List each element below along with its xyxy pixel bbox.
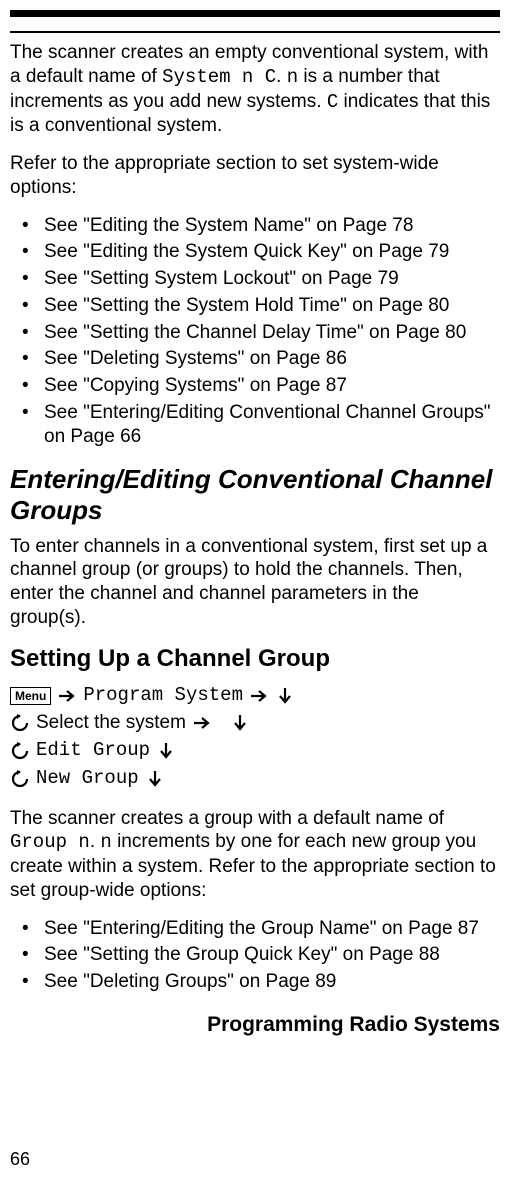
nav-step-1: Menu Program System (10, 684, 500, 708)
list-item: See "Editing the System Name" on Page 78 (22, 214, 500, 238)
p4-text-a: The scanner creates a group with a defau… (10, 808, 444, 829)
nav-step-3: Edit Group (10, 739, 500, 763)
list-item: See "Editing the System Quick Key" on Pa… (22, 240, 500, 264)
step3-label: Edit Group (36, 739, 150, 763)
scroll-icon (10, 769, 30, 789)
menu-button-icon: Menu (10, 687, 51, 705)
list-item: See "Setting the Channel Delay Time" on … (22, 321, 500, 345)
subsection-heading-setup: Setting Up a Channel Group (10, 644, 500, 674)
p1-mono-3: C (327, 91, 338, 113)
arrow-down-icon (275, 686, 295, 706)
list-item: See "Deleting Groups" on Page 89 (22, 970, 500, 994)
list-item: See "Setting System Lockout" on Page 79 (22, 267, 500, 291)
step4-label: New Group (36, 767, 139, 791)
arrow-down-icon (145, 769, 165, 789)
list-item: See "Entering/Editing the Group Name" on… (22, 917, 500, 941)
intro-paragraph-1: The scanner creates an empty conventiona… (10, 41, 500, 138)
scroll-icon (10, 741, 30, 761)
p4-mono-1: Group n (10, 831, 90, 853)
list-item: See "Deleting Systems" on Page 86 (22, 347, 500, 371)
groups-intro-paragraph: To enter channels in a conventional syst… (10, 535, 500, 630)
reference-list-2: See "Entering/Editing the Group Name" on… (22, 917, 500, 994)
intro-paragraph-2: Refer to the appropriate section to set … (10, 152, 500, 200)
page-number: 66 (10, 1148, 30, 1171)
step2-label: Select the system (36, 711, 186, 735)
nav-step-2: Select the system (10, 711, 500, 735)
group-default-paragraph: The scanner creates a group with a defau… (10, 807, 500, 903)
arrow-right-icon (192, 713, 212, 733)
step1-label: Program System (83, 684, 243, 708)
list-item: See "Setting the Group Quick Key" on Pag… (22, 943, 500, 967)
top-rule-thick (10, 10, 500, 17)
list-item: See "Entering/Editing Conventional Chann… (22, 401, 500, 449)
list-item: See "Copying Systems" on Page 87 (22, 374, 500, 398)
arrow-down-icon (230, 713, 250, 733)
p1-text-b: . (276, 66, 287, 87)
p1-mono-2: n (287, 66, 298, 88)
p1-mono-1: System n C (162, 66, 276, 88)
arrow-right-icon (249, 686, 269, 706)
nav-step-4: New Group (10, 767, 500, 791)
footer-section-title: Programming Radio Systems (10, 1012, 500, 1038)
section-heading-groups: Entering/Editing Conventional Channel Gr… (10, 464, 500, 526)
list-item: See "Setting the System Hold Time" on Pa… (22, 294, 500, 318)
arrow-right-icon (57, 686, 77, 706)
scroll-icon (10, 713, 30, 733)
reference-list-1: See "Editing the System Name" on Page 78… (22, 214, 500, 449)
p4-mono-2: n (100, 831, 111, 853)
top-rule-thin (10, 31, 500, 33)
arrow-down-icon (156, 741, 176, 761)
p4-text-b: . (90, 831, 101, 852)
